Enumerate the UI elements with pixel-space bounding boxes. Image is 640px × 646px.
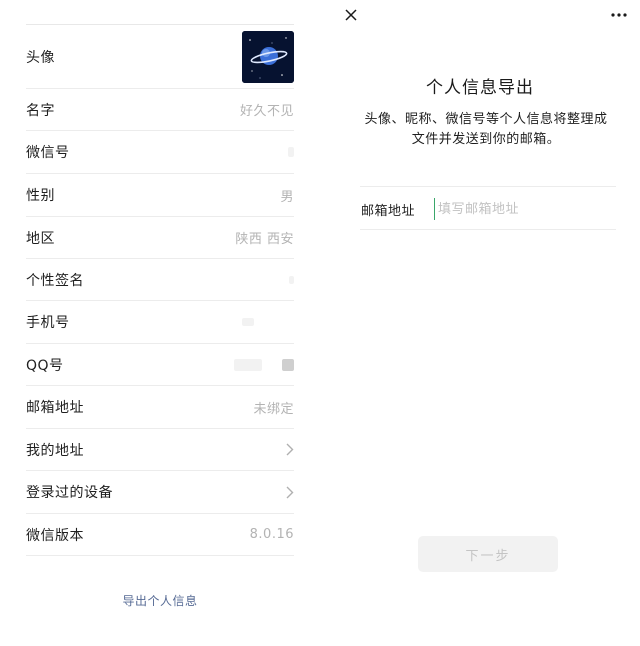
profile-info-panel: 头像 名字 好久不见 微信号 性别 男 地区 陕西 西安 个性签名 手机号 QQ… [0, 0, 320, 646]
next-button[interactable]: 下一步 [418, 536, 558, 572]
email-label: 邮箱地址 [361, 204, 416, 219]
row-label: 微信号 [26, 145, 70, 161]
row-label: 登录过的设备 [26, 485, 113, 501]
row-label: 个性签名 [26, 272, 84, 289]
row-label: 性别 [26, 188, 55, 204]
obscured-value [242, 318, 254, 326]
profile-row-region[interactable]: 地区 陕西 西安 [26, 217, 294, 259]
row-label: 微信版本 [26, 527, 84, 544]
page-description: 头像、昵称、微信号等个人信息将整理成文件并发送到你的邮箱。 [364, 112, 608, 147]
email-status: 未绑定 [253, 401, 294, 417]
obscured-value [289, 275, 294, 284]
row-label: 头像 [26, 49, 55, 66]
email-field[interactable] [434, 198, 614, 220]
profile-row-email[interactable]: 邮箱地址 未绑定 [26, 386, 294, 429]
export-page: 个人信息导出 头像、昵称、微信号等个人信息将整理成文件并发送到你的邮箱。 邮箱地… [320, 0, 640, 646]
divider [360, 229, 616, 230]
avatar [242, 30, 294, 83]
row-label: 我的地址 [26, 442, 84, 459]
divider [360, 186, 616, 187]
profile-row-my-address[interactable]: 我的地址 [26, 429, 294, 471]
profile-row-qq[interactable]: QQ号 [26, 344, 294, 386]
profile-row-version: 微信版本 8.0.16 [26, 514, 294, 556]
version-value: 8.0.16 [249, 527, 294, 542]
region-value: 陕西 西安 [235, 232, 294, 247]
page-title: 个人信息导出 [426, 78, 534, 98]
obscured-value [234, 358, 294, 371]
profile-row-signature[interactable]: 个性签名 [26, 259, 294, 301]
profile-row-login-devices[interactable]: 登录过的设备 [26, 471, 294, 514]
row-label: 邮箱地址 [26, 400, 84, 416]
profile-row-name[interactable]: 名字 好久不见 [26, 89, 294, 131]
chevron-right-icon [284, 485, 294, 499]
export-personal-info-link[interactable]: 导出个人信息 [0, 592, 320, 609]
gender-value: 男 [280, 189, 294, 205]
profile-row-avatar[interactable]: 头像 [26, 25, 294, 89]
close-icon[interactable] [342, 6, 360, 24]
profile-row-phone[interactable]: 手机号 [26, 301, 294, 344]
more-icon[interactable] [608, 6, 630, 24]
row-label: 地区 [26, 230, 55, 247]
chevron-right-icon [284, 443, 294, 457]
obscured-value [288, 147, 294, 157]
row-label: 名字 [26, 102, 55, 119]
profile-row-wechat-id[interactable]: 微信号 [26, 131, 294, 174]
row-label: QQ号 [26, 357, 64, 374]
row-label: 手机号 [26, 315, 70, 331]
name-value: 好久不见 [239, 104, 294, 119]
profile-row-gender[interactable]: 性别 男 [26, 174, 294, 217]
